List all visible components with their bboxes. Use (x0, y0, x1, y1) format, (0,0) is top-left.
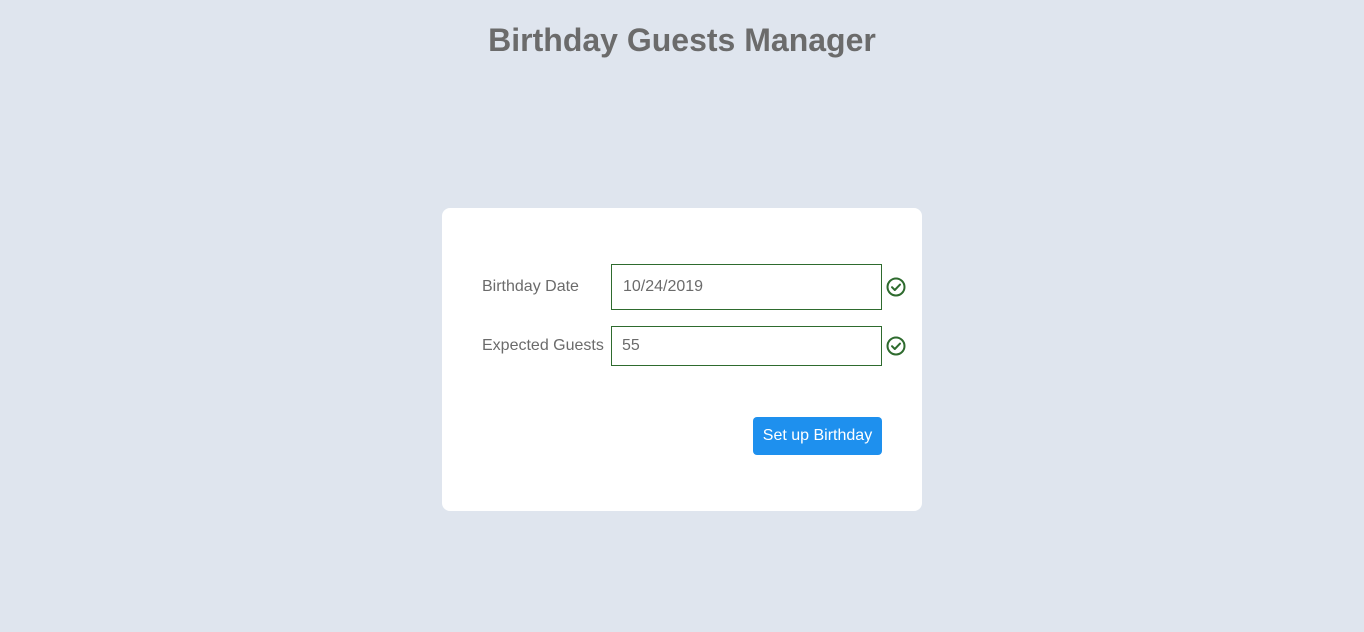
expected-guests-input[interactable] (611, 326, 882, 366)
set-up-birthday-button[interactable]: Set up Birthday (753, 417, 882, 455)
expected-guests-row: Expected Guests (482, 326, 906, 366)
birthday-date-row: Birthday Date (482, 264, 906, 310)
check-circle-icon (886, 336, 906, 356)
birthday-form-card: Birthday Date Expected Guests Set up Bir… (442, 208, 922, 511)
birthday-date-label: Birthday Date (482, 278, 579, 295)
check-circle-icon (886, 277, 906, 297)
expected-guests-label: Expected Guests (482, 337, 604, 354)
page-title: Birthday Guests Manager (488, 22, 876, 58)
birthday-date-input[interactable] (611, 264, 882, 310)
